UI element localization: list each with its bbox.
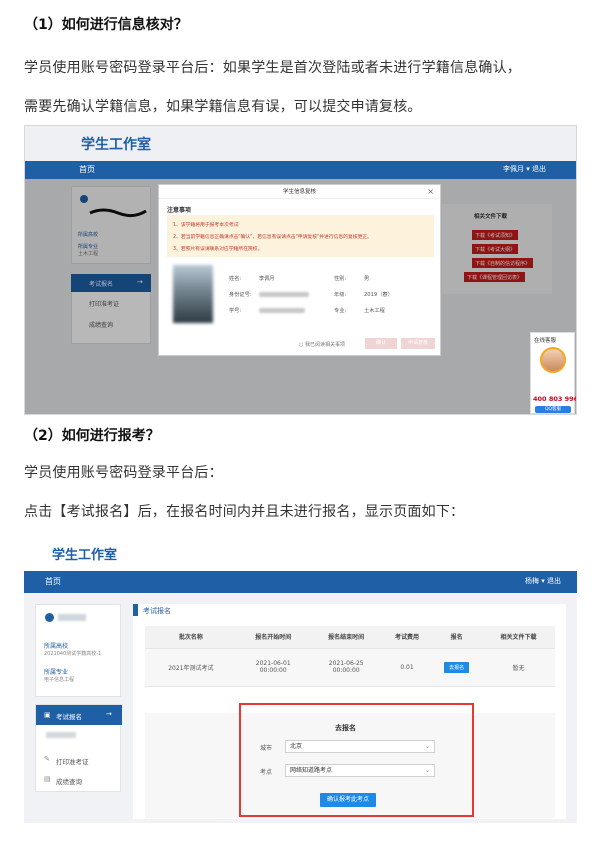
close-icon[interactable]: × bbox=[427, 187, 434, 196]
notice-box: 1、该学籍将用于报考本次考试 2、若当前学籍信息正确请点击"确认"，若信息有误请… bbox=[167, 215, 434, 257]
tab-indicator bbox=[133, 604, 138, 616]
col-files: 相关文件下载 bbox=[482, 626, 555, 649]
notice-item: 3、若照片有误请联系对应学籍所在院校。 bbox=[173, 247, 263, 252]
major-value-2: 电子信息工程 bbox=[44, 677, 75, 683]
notice-item: 2、若当前学籍信息正确请点击"确认"，若信息有误请点击"申请复核"并进行信息的复… bbox=[173, 235, 372, 240]
pencil-icon: ✎ bbox=[44, 755, 50, 763]
school-value-2: 2021040测试学籍高校-1 bbox=[44, 651, 102, 657]
menu-item-print-ticket-2[interactable]: 打印准考证 bbox=[56, 756, 89, 766]
service-avatar bbox=[540, 347, 566, 373]
end-date: 2021-06-25 bbox=[328, 660, 364, 667]
top-nav: 首页 李佩月 ▾ 退出 bbox=[25, 161, 576, 179]
brand-title: 学生工作室 bbox=[81, 137, 151, 153]
nav-user-menu[interactable]: 李佩月 ▾ 退出 bbox=[503, 164, 546, 174]
signup-button[interactable]: 去报名 bbox=[444, 661, 470, 673]
section1-heading: （1）如何进行信息核对？ bbox=[24, 17, 188, 33]
side-menu-2: ▣ 考试报名 → ✎ 打印准考证 ▤ 成绩查询 bbox=[35, 704, 122, 792]
student-no-redacted bbox=[259, 308, 305, 313]
gender-label: 性别: bbox=[334, 276, 347, 282]
chart-icon: ▤ bbox=[44, 775, 51, 783]
info-review-modal: 学生信息复核 × 注意事项 1、该学籍将用于报考本次考试 2、若当前学籍信息正确… bbox=[158, 184, 441, 356]
online-service-widget[interactable]: 在线客服 400 803 9966 QQ客服 bbox=[530, 332, 576, 414]
nav-home-link[interactable]: 首页 bbox=[79, 164, 95, 175]
start-time: 00:00:00 bbox=[259, 667, 287, 674]
student-photo bbox=[173, 265, 213, 323]
exam-batch-table: 批次名称 报名开始时间 报名结束时间 考试费用 报名 相关文件下载 2021年测… bbox=[145, 626, 555, 687]
signup-cell: 去报名 bbox=[431, 648, 482, 687]
student-no-label: 学号: bbox=[229, 308, 242, 314]
arrow-right-icon: → bbox=[106, 710, 112, 718]
profile-card-2: 所属高校 2021040测试学籍高校-1 所属专业 电子信息工程 bbox=[35, 604, 121, 697]
major-label-modal: 专业: bbox=[334, 308, 347, 314]
screenshot-student-info-review: 学生工作室 首页 李佩月 ▾ 退出 所属高校 所属专业 土木工程 考试报名 → … bbox=[24, 125, 577, 415]
agree-label: 我已阅读相关事项 bbox=[304, 342, 345, 348]
table-row: 2021年测试考试 2021-06-01 00:00:00 2021-06-25 0… bbox=[145, 648, 555, 687]
request-review-button[interactable]: 申请复核 bbox=[401, 338, 435, 349]
major-value-modal: 土木工程 bbox=[364, 308, 385, 314]
service-title: 在线客服 bbox=[534, 338, 557, 344]
col-end: 报名结束时间 bbox=[309, 626, 383, 649]
name-redacted bbox=[58, 614, 86, 621]
major-label-2: 所属专业 bbox=[44, 669, 69, 676]
menu-item-exam-signup-2[interactable]: ▣ 考试报名 → bbox=[36, 705, 122, 725]
agree-checkbox[interactable]: ○ 我已阅读相关事项 bbox=[299, 341, 345, 348]
notice-title: 注意事项 bbox=[167, 207, 192, 214]
user-icon bbox=[45, 613, 54, 622]
col-fee: 考试费用 bbox=[382, 626, 432, 649]
section2-paragraph-2: 点击【考试报名】后，在报名时间内并且未进行报名，显示页面如下： bbox=[24, 504, 465, 520]
end-time: 00:00:00 bbox=[332, 667, 360, 674]
section1-paragraph-2: 需要先确认学籍信息，如果学籍信息有误，可以提交申请复核。 bbox=[24, 99, 422, 115]
highlight-box bbox=[239, 703, 474, 817]
batch-name: 2021年测试考试 bbox=[145, 648, 237, 687]
tab-exam-signup[interactable]: 考试报名 bbox=[143, 606, 171, 616]
gender-value: 男 bbox=[364, 276, 370, 282]
nav-home-link-2[interactable]: 首页 bbox=[45, 576, 61, 587]
brand-bar: 学生工作室 bbox=[25, 126, 576, 161]
top-nav-2: 首页 杨梅 ▾ 退出 bbox=[24, 571, 577, 593]
name-value: 李佩月 bbox=[259, 276, 275, 282]
start-cell: 2021-06-01 00:00:00 bbox=[236, 648, 310, 687]
menu-item-score-query-2[interactable]: 成绩查询 bbox=[56, 776, 82, 786]
col-batch: 批次名称 bbox=[145, 626, 237, 649]
files-value: 暂无 bbox=[482, 648, 555, 687]
confirm-button[interactable]: 确认 bbox=[365, 338, 397, 349]
fee-value: 0.01 bbox=[382, 648, 432, 687]
modal-title: 学生信息复核 bbox=[159, 185, 440, 199]
section1-paragraph-1: 学员使用账号密码登录平台后：如果学生是首次登陆或者未进行学籍信息确认， bbox=[24, 60, 521, 76]
notice-item: 1、该学籍将用于报考本次考试 bbox=[173, 223, 239, 228]
qq-service-button[interactable]: QQ客服 bbox=[535, 406, 571, 413]
id-value-redacted bbox=[259, 292, 309, 297]
grade-label: 年级: bbox=[334, 292, 347, 298]
redacted-item bbox=[46, 732, 76, 738]
col-signup: 报名 bbox=[431, 626, 482, 649]
end-cell: 2021-06-25 00:00:00 bbox=[309, 648, 383, 687]
grade-value: 2019（春） bbox=[364, 292, 393, 298]
name-label: 姓名: bbox=[229, 276, 242, 282]
school-label-2: 所属高校 bbox=[44, 643, 69, 650]
service-phone: 400 803 9966 bbox=[533, 395, 576, 403]
document-icon: ▣ bbox=[44, 711, 51, 719]
start-date: 2021-06-01 bbox=[255, 660, 291, 667]
brand-title-2: 学生工作室 bbox=[52, 548, 118, 563]
section2-paragraph-1: 学员使用账号密码登录平台后： bbox=[24, 465, 223, 481]
id-label: 身份证号: bbox=[229, 292, 252, 298]
section2-heading: （2）如何进行报考？ bbox=[24, 428, 160, 444]
menu-label: 考试报名 bbox=[56, 713, 82, 721]
col-start: 报名开始时间 bbox=[236, 626, 310, 649]
nav-user-menu-2[interactable]: 杨梅 ▾ 退出 bbox=[525, 576, 561, 586]
